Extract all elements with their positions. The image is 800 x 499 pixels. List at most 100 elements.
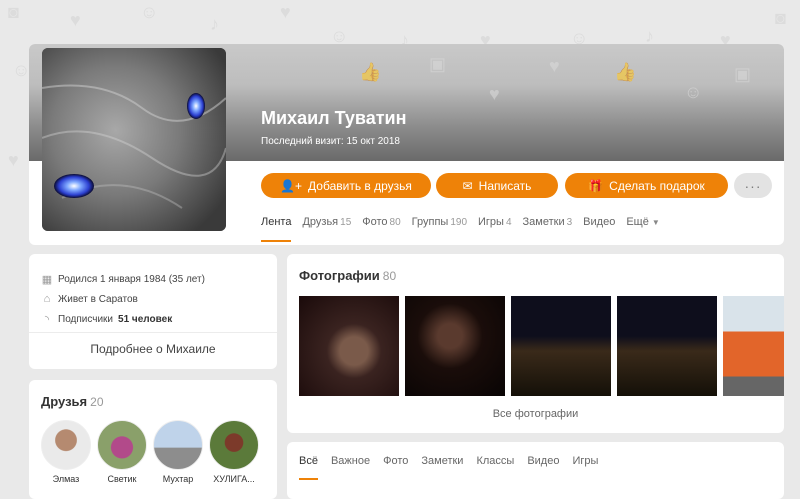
tab-label: Фото [362, 216, 388, 228]
feed-tab-photo[interactable]: Фото [383, 455, 408, 467]
tab-feed[interactable]: Лента [261, 216, 292, 242]
followers-row[interactable]: ◝ Подписчики 51 человек [41, 313, 172, 326]
more-about-link[interactable]: Подробнее о Михаиле [29, 342, 277, 356]
tab-count: 4 [505, 217, 512, 228]
about-card: ▦ Родился 1 января 1984 (35 лет) ⌂ Живет… [29, 254, 277, 369]
tab-label: Друзья [302, 216, 339, 228]
smile-icon: ☺ [12, 60, 31, 80]
feed-tab-video[interactable]: Видео [527, 455, 559, 467]
home-icon: ⌂ [43, 293, 51, 305]
tab-label: Видео [583, 216, 616, 228]
rss-icon: ◝ [44, 314, 50, 326]
profile-card: 👍 ▣ ♥ ♥ 👍 ☺ ▣ Михаил Туватин Последний в… [29, 44, 784, 245]
tab-label: Игры [478, 216, 504, 228]
tab-notes[interactable]: Заметки 3 [523, 216, 573, 228]
feed-tab-likes[interactable]: Классы [476, 455, 514, 467]
tab-label: Лента [261, 216, 292, 228]
calendar-icon: ▦ [41, 274, 53, 286]
picture-icon: ▣ [429, 54, 447, 74]
friend-item[interactable]: ХУЛИГА... [208, 420, 260, 484]
chevron-down-icon: ▼ [651, 218, 660, 227]
friends-count: 20 [90, 395, 104, 409]
followers-label: Подписчики [58, 314, 114, 325]
friend-name: ХУЛИГА... [213, 474, 255, 484]
user-plus-icon: 👤+ [280, 178, 303, 193]
feed-tab-important[interactable]: Важное [331, 455, 370, 467]
friends-card: Друзья 20 Элмаз Светик Мухтар ХУЛИГА... [29, 380, 277, 499]
friends-title[interactable]: Друзья 20 [41, 394, 104, 409]
photos-card: Фотографии 80 Все фотографии [287, 254, 784, 433]
photos-title-label: Фотографии [299, 268, 380, 283]
tab-video[interactable]: Видео [583, 216, 615, 228]
location-text: Живет в Саратов [58, 293, 138, 305]
profile-name: Михаил Туватин [261, 108, 407, 128]
heart-icon: ♥ [549, 56, 560, 76]
friend-name: Мухтар [162, 474, 194, 484]
tab-more[interactable]: Ещё ▼ [626, 216, 659, 228]
photo-thumbnail[interactable] [511, 296, 611, 396]
write-message-button[interactable]: ✉ Написать [436, 173, 558, 198]
add-friend-label: Добавить в друзья [308, 178, 412, 193]
tab-count: 15 [340, 217, 352, 228]
like-icon: 👍 [614, 62, 637, 82]
all-photos-link[interactable]: Все фотографии [287, 408, 784, 420]
friend-item[interactable]: Мухтар [152, 420, 204, 484]
photo-thumbnail[interactable] [405, 296, 505, 396]
picture-icon: ▣ [734, 64, 752, 84]
friends-title-label: Друзья [41, 394, 88, 409]
friend-name: Элмаз [52, 474, 80, 484]
tab-groups[interactable]: Группы 190 [412, 216, 467, 228]
friend-name: Светик [107, 474, 137, 484]
feed-tabs: Всё Важное Фото Заметки Классы Видео Игр… [299, 455, 598, 480]
more-dots: ··· [744, 177, 762, 194]
tab-friends[interactable]: Друзья 15 [302, 216, 351, 228]
profile-tabs: Лента Друзья 15 Фото 80 Группы 190 Игры 4 За… [261, 216, 660, 242]
tab-games[interactable]: Игры 4 [478, 216, 512, 228]
friend-avatar [209, 420, 259, 470]
gift-label: Сделать подарок [609, 178, 705, 193]
location-row: ⌂ Живет в Саратов [41, 293, 138, 305]
friend-avatar [41, 420, 91, 470]
followers-value: 51 человек [118, 314, 173, 325]
music-icon: ♪ [210, 14, 219, 34]
send-gift-button[interactable]: 🎁 Сделать подарок [565, 173, 728, 198]
more-actions-button[interactable]: ··· [734, 173, 772, 198]
photo-thumbnail[interactable] [299, 296, 399, 396]
smile-icon: ☺ [140, 2, 159, 22]
tab-label: Группы [411, 216, 449, 228]
gift-icon: 🎁 [588, 178, 604, 193]
friend-item[interactable]: Элмаз [40, 420, 92, 484]
divider [29, 332, 277, 333]
photo-thumbnail[interactable] [617, 296, 717, 396]
feed-tab-notes[interactable]: Заметки [421, 455, 463, 467]
friend-avatar [153, 420, 203, 470]
feed-tab-all[interactable]: Всё [299, 455, 318, 480]
friend-item[interactable]: Светик [96, 420, 148, 484]
last-visit: Последний визит: 15 окт 2018 [261, 136, 400, 147]
photo-thumbnail[interactable] [723, 296, 784, 396]
avatar[interactable] [42, 48, 226, 231]
birth-row: ▦ Родился 1 января 1984 (35 лет) [41, 273, 205, 286]
camera-icon: ◙ [8, 2, 19, 22]
tab-label: Ещё [626, 216, 649, 228]
heart-icon: ♥ [280, 2, 291, 22]
tab-count: 80 [389, 217, 401, 228]
feed-tab-games[interactable]: Игры [572, 455, 598, 467]
photos-count: 80 [382, 269, 397, 283]
write-label: Написать [478, 178, 532, 193]
tab-photos[interactable]: Фото 80 [362, 216, 400, 228]
avatar-image [42, 48, 226, 231]
heart-icon: ♥ [70, 10, 81, 30]
photos-title[interactable]: Фотографии 80 [299, 268, 396, 283]
smile-icon: ☺ [684, 82, 703, 102]
like-icon: 👍 [359, 62, 382, 82]
heart-icon: ♥ [8, 150, 19, 170]
camera-icon: ◙ [775, 8, 786, 28]
tab-count: 3 [566, 217, 573, 228]
friend-avatar [97, 420, 147, 470]
birth-text: Родился 1 января 1984 (35 лет) [58, 274, 205, 285]
add-friend-button[interactable]: 👤+ Добавить в друзья [261, 173, 431, 198]
tab-count: 190 [450, 217, 468, 228]
feed-card: Всё Важное Фото Заметки Классы Видео Игр… [287, 442, 784, 499]
envelope-icon: ✉ [462, 178, 473, 193]
